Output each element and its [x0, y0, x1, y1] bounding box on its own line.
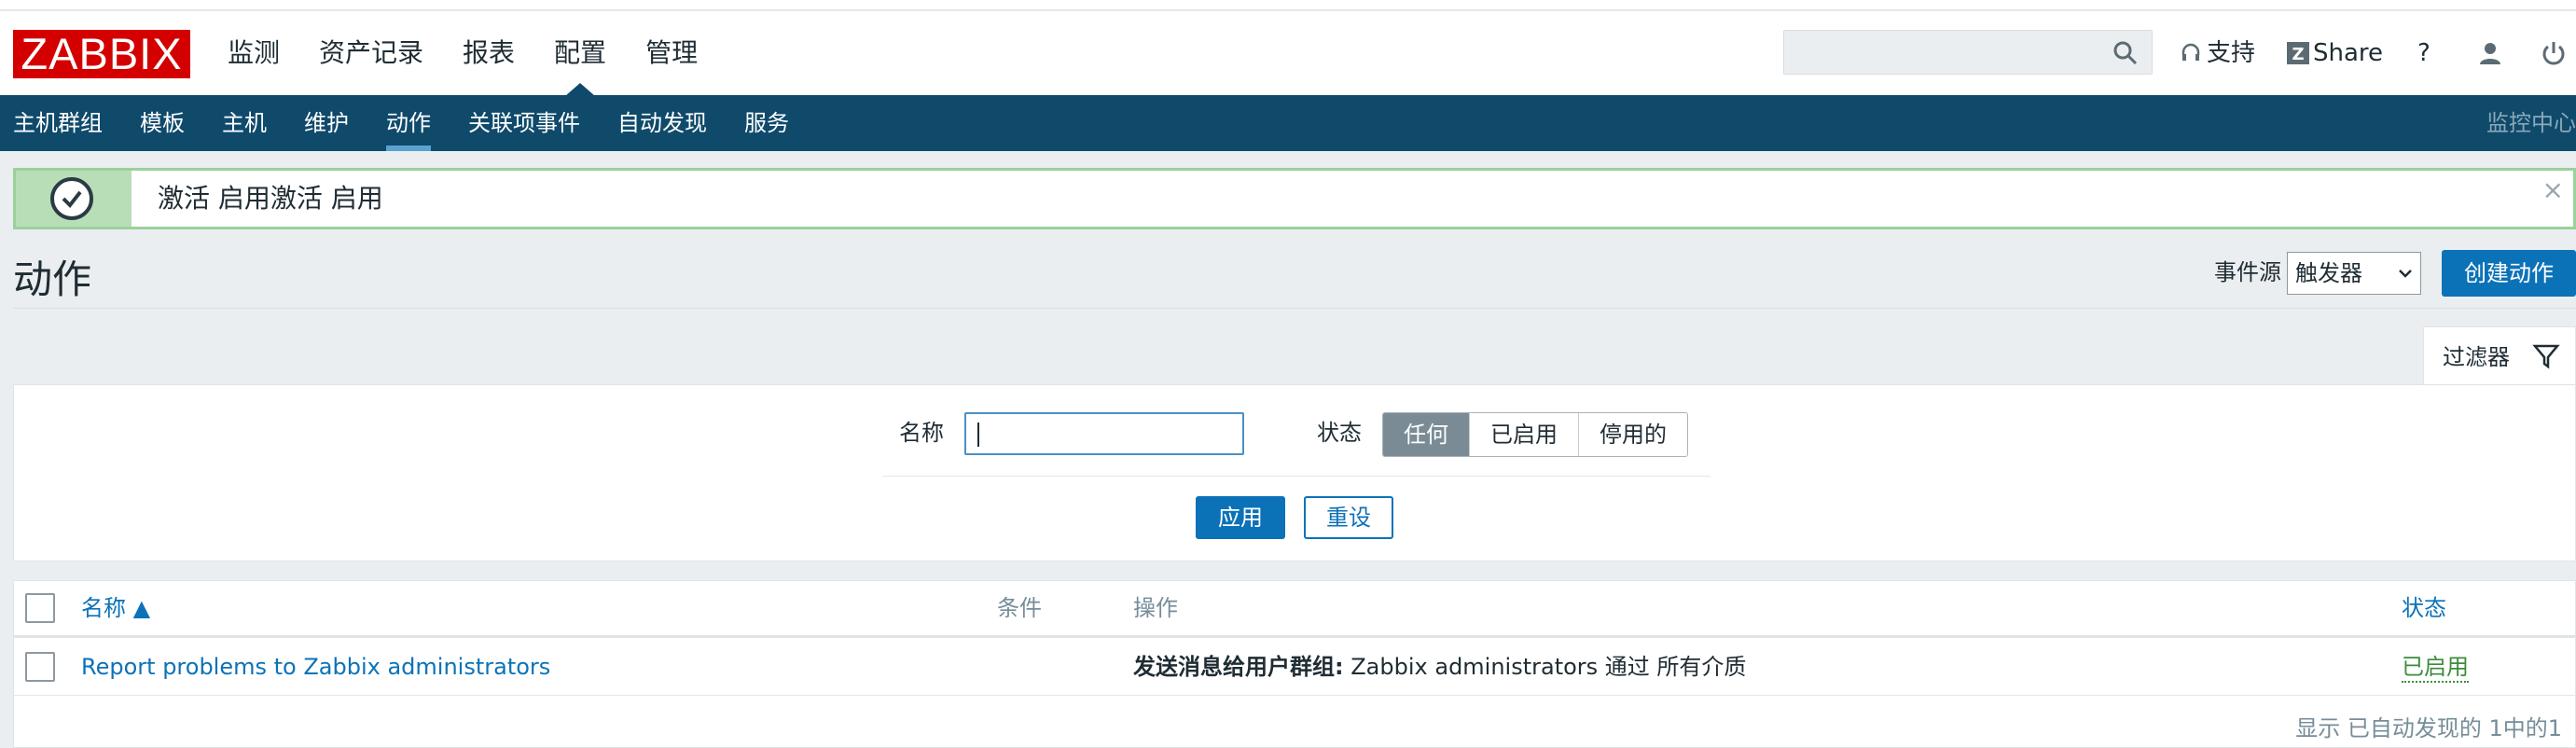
- page-header: 动作 事件源 触发器 创建动作: [0, 233, 2576, 308]
- search-icon[interactable]: [2112, 40, 2139, 66]
- column-header-operations: 操作: [1133, 595, 1178, 621]
- filter-divider: [882, 476, 1710, 477]
- text-cursor: [977, 422, 979, 447]
- top-header: ZABBIX 监测 资产记录 报表 配置 管理 支持 Z Share ?: [0, 11, 2576, 96]
- divider: [13, 308, 2576, 309]
- help-link[interactable]: ?: [2417, 11, 2431, 95]
- user-profile-link[interactable]: [2477, 11, 2503, 95]
- status-toggle-link[interactable]: 已启用: [2402, 653, 2469, 683]
- create-action-button[interactable]: 创建动作: [2442, 250, 2576, 297]
- status-option-disabled[interactable]: 停用的: [1578, 413, 1687, 456]
- apply-button[interactable]: 应用: [1196, 496, 1285, 539]
- main-menu: 监测 资产记录 报表 配置 管理: [228, 11, 737, 96]
- status-option-any[interactable]: 任何: [1383, 413, 1469, 456]
- main-menu-reports[interactable]: 报表: [463, 11, 515, 95]
- message-text: 激活 启用激活 启用: [158, 183, 383, 214]
- sub-menu-maintenance[interactable]: 维护: [304, 95, 349, 151]
- select-all-checkbox[interactable]: [25, 593, 55, 623]
- column-header-name[interactable]: 名称 ▲: [81, 581, 150, 635]
- sub-menu-hosts[interactable]: 主机: [222, 95, 267, 151]
- action-name-link[interactable]: Report problems to Zabbix administrators: [81, 639, 550, 695]
- actions-table: 名称 ▲ 条件 操作 状态 Report problems to Zabbix …: [13, 580, 2576, 748]
- user-icon: [2480, 43, 2500, 64]
- headset-icon: [2181, 43, 2200, 61]
- sub-menu-event-correlation[interactable]: 关联项事件: [468, 95, 580, 151]
- main-menu-monitoring[interactable]: 监测: [228, 11, 280, 95]
- success-message: 激活 启用激活 启用 ×: [13, 168, 2576, 229]
- page-title: 动作: [13, 256, 92, 302]
- sub-menu-services[interactable]: 服务: [744, 95, 789, 151]
- operations-label: 发送消息给用户群组:: [1133, 654, 1344, 680]
- event-source-select[interactable]: 触发器: [2287, 252, 2421, 295]
- sign-out-link[interactable]: [2541, 11, 2567, 95]
- chevron-down-icon: [2399, 270, 2412, 278]
- support-link[interactable]: 支持: [2181, 11, 2255, 95]
- success-icon-box: [16, 171, 132, 227]
- filter-icon: [2532, 344, 2560, 369]
- power-icon: [2542, 42, 2565, 65]
- action-operations: 发送消息给用户群组: Zabbix administrators 通过 所有介质: [1133, 639, 1746, 695]
- filter-name-label: 名称: [899, 420, 944, 446]
- server-name: 监控中心: [2486, 110, 2576, 136]
- filter-panel: [13, 384, 2576, 561]
- row-checkbox[interactable]: [25, 652, 55, 682]
- row-divider: [14, 695, 2576, 696]
- filter-status-label: 状态: [1317, 420, 1362, 446]
- event-source-label: 事件源: [2214, 259, 2281, 285]
- check-icon: [50, 177, 93, 220]
- svg-text:Z: Z: [2292, 45, 2304, 64]
- main-menu-administration[interactable]: 管理: [645, 11, 698, 95]
- close-icon[interactable]: ×: [2542, 176, 2564, 204]
- global-search-input[interactable]: [1783, 30, 2153, 75]
- column-header-conditions: 条件: [997, 595, 1042, 621]
- filter-status-toggle: 任何 已启用 停用的: [1382, 412, 1688, 457]
- share-label: Share: [2313, 39, 2384, 67]
- share-link[interactable]: Z Share: [2287, 11, 2383, 95]
- sub-menu-discovery[interactable]: 自动发现: [617, 95, 707, 151]
- zabbix-logo[interactable]: ZABBIX: [13, 30, 190, 78]
- main-menu-inventory[interactable]: 资产记录: [319, 11, 423, 95]
- event-source-value: 触发器: [2295, 260, 2362, 286]
- sub-menu-host-groups[interactable]: 主机群组: [13, 95, 103, 151]
- filter-name-input[interactable]: [964, 412, 1244, 455]
- operations-detail: Zabbix administrators 通过 所有介质: [1343, 654, 1747, 680]
- table-header-divider: [14, 635, 2576, 638]
- sub-menu-templates[interactable]: 模板: [140, 95, 185, 151]
- sub-menu-bar: 主机群组 模板 主机 维护 动作 关联项事件 自动发现 服务 监控中心: [0, 95, 2576, 151]
- main-menu-configuration[interactable]: 配置: [554, 11, 606, 96]
- help-icon: ?: [2417, 39, 2431, 67]
- table-footer-count: 显示 已自动发现的 1中的1: [2295, 715, 2562, 741]
- action-status: 已启用: [2402, 639, 2469, 695]
- column-header-status[interactable]: 状态: [2402, 581, 2446, 635]
- filter-tab[interactable]: 过滤器: [2423, 326, 2576, 386]
- filter-tab-label: 过滤器: [2443, 344, 2510, 370]
- top-strip: [0, 0, 2576, 11]
- sub-menu-actions[interactable]: 动作: [386, 95, 431, 151]
- zabbix-share-icon: Z: [2287, 42, 2309, 64]
- sub-menu: 主机群组 模板 主机 维护 动作 关联项事件 自动发现 服务: [0, 95, 2576, 151]
- reset-button[interactable]: 重设: [1304, 496, 1393, 539]
- status-option-enabled[interactable]: 已启用: [1469, 413, 1578, 456]
- support-label: 支持: [2207, 39, 2256, 67]
